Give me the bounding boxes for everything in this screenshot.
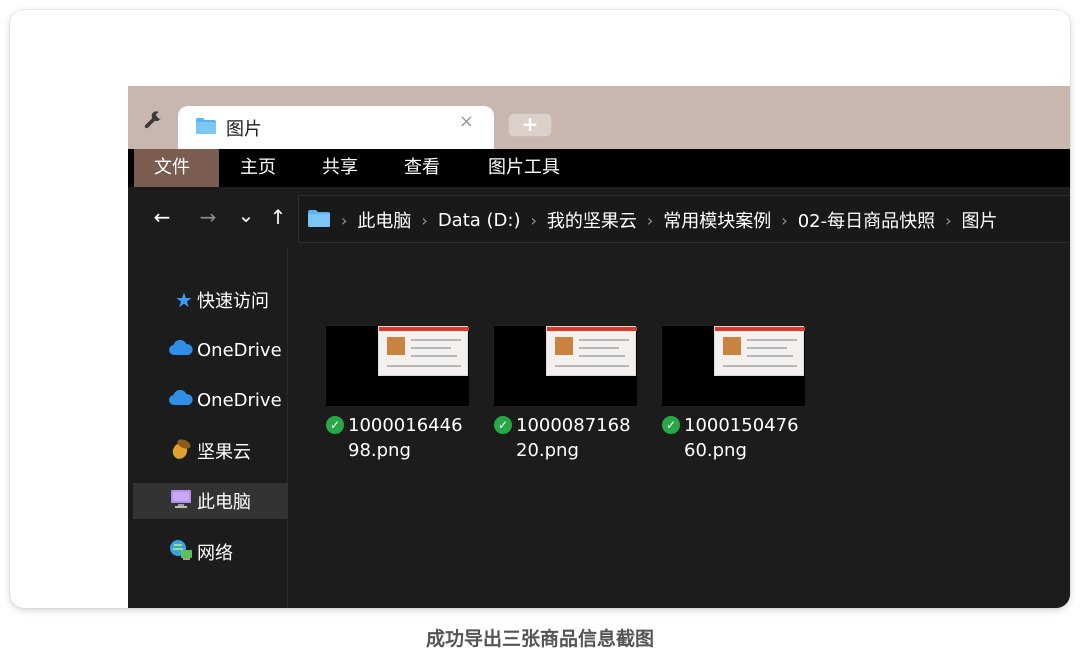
thumbnail	[494, 326, 637, 406]
address-bar[interactable]: › 此电脑 › Data (D:) › 我的坚果云 › 常用模块案例 › 02-…	[298, 195, 1070, 243]
breadcrumb: › 此电脑 › Data (D:) › 我的坚果云 › 常用模块案例 › 02-…	[337, 207, 1004, 233]
forward-button[interactable]: →	[196, 205, 220, 229]
sidebar-item-label: 快速访问	[197, 291, 269, 312]
cloud-icon	[168, 339, 194, 361]
sidebar-item-quick-access[interactable]: ★ 快速访问	[133, 282, 288, 318]
sidebar-item-this-pc[interactable]: 此电脑	[133, 483, 288, 519]
sidebar-item-onedrive-2[interactable]: OneDrive	[133, 382, 288, 418]
file-list: ✓ 100001644698.png ✓ 100008716820.png ✓ …	[289, 249, 1070, 608]
sidebar-item-label: 坚果云	[197, 442, 251, 463]
sync-check-icon: ✓	[326, 416, 344, 434]
file-explorer-window: 图片 × + 文件 主页 共享 查看 图片工具 ← → ⌄ ↑ › 此电脑 ›	[128, 86, 1070, 608]
tab-title: 图片	[226, 119, 262, 140]
ribbon-tab-share[interactable]: 共享	[302, 149, 378, 187]
thumbnail	[662, 326, 805, 406]
folder-icon	[308, 210, 330, 227]
network-icon	[168, 539, 194, 566]
star-icon: ★	[175, 288, 193, 312]
breadcrumb-separator: ›	[421, 210, 428, 230]
image-caption: 成功导出三张商品信息截图	[425, 628, 654, 650]
sidebar-item-label: 此电脑	[197, 492, 251, 513]
tab-pictures[interactable]: 图片 ×	[178, 106, 494, 149]
file-item[interactable]: ✓ 100008716820.png	[494, 326, 638, 466]
file-item[interactable]: ✓ 100015047660.png	[662, 326, 806, 466]
sidebar-item-label: OneDrive	[197, 389, 282, 411]
monitor-icon	[168, 489, 194, 514]
breadcrumb-pictures[interactable]: 图片	[956, 207, 1004, 233]
file-item[interactable]: ✓ 100001644698.png	[326, 326, 470, 466]
cloud-icon	[168, 389, 194, 411]
breadcrumb-separator: ›	[646, 210, 654, 230]
sidebar-item-jianguoyun[interactable]: 坚果云	[133, 433, 288, 469]
breadcrumb-data-drive[interactable]: Data (D:)	[432, 210, 527, 231]
tab-bar: 图片 × +	[128, 86, 1070, 149]
file-name: 100015047660.png	[684, 415, 799, 461]
breadcrumb-separator: ›	[341, 210, 348, 230]
ribbon-tab-home[interactable]: 主页	[220, 149, 296, 187]
sidebar-item-network[interactable]: 网络	[133, 534, 288, 570]
breadcrumb-separator: ›	[945, 210, 952, 230]
back-button[interactable]: ←	[150, 205, 174, 229]
breadcrumb-this-pc[interactable]: 此电脑	[351, 207, 417, 233]
sidebar-item-label: 网络	[197, 543, 233, 564]
file-name: 100001644698.png	[348, 415, 463, 461]
close-icon[interactable]: ×	[459, 111, 474, 132]
folder-icon	[196, 118, 216, 134]
navigation-bar: ← → ⌄ ↑ › 此电脑 › Data (D:) › 我的坚果云 › 常用模块…	[128, 187, 1070, 249]
new-tab-button[interactable]: +	[508, 113, 552, 137]
ribbon-tab-file[interactable]: 文件	[134, 149, 219, 187]
up-button[interactable]: ↑	[266, 205, 290, 229]
recent-locations-button[interactable]: ⌄	[234, 203, 258, 227]
breadcrumb-daily-snapshot[interactable]: 02-每日商品快照	[792, 207, 941, 233]
ribbon-tab-view[interactable]: 查看	[384, 149, 460, 187]
file-name: 100008716820.png	[516, 415, 631, 461]
wrench-icon[interactable]	[140, 110, 166, 136]
breadcrumb-separator: ›	[781, 210, 788, 230]
sidebar-item-onedrive-1[interactable]: OneDrive	[133, 332, 288, 368]
sidebar-item-label: OneDrive	[197, 339, 282, 361]
acorn-icon	[168, 438, 194, 465]
screenshot-card: 图片 × + 文件 主页 共享 查看 图片工具 ← → ⌄ ↑ › 此电脑 ›	[10, 10, 1070, 608]
breadcrumb-jianguoyun[interactable]: 我的坚果云	[541, 207, 643, 233]
breadcrumb-module-cases[interactable]: 常用模块案例	[657, 207, 777, 233]
sync-check-icon: ✓	[494, 416, 512, 434]
ribbon-menu: 文件 主页 共享 查看 图片工具	[128, 149, 1070, 187]
breadcrumb-separator: ›	[530, 210, 537, 230]
ribbon-tab-picture-tools[interactable]: 图片工具	[468, 149, 580, 187]
sync-check-icon: ✓	[662, 416, 680, 434]
thumbnail	[326, 326, 469, 406]
navigation-pane: ★ 快速访问 OneDrive OneDrive 坚果云 此电脑 网络	[133, 249, 288, 608]
